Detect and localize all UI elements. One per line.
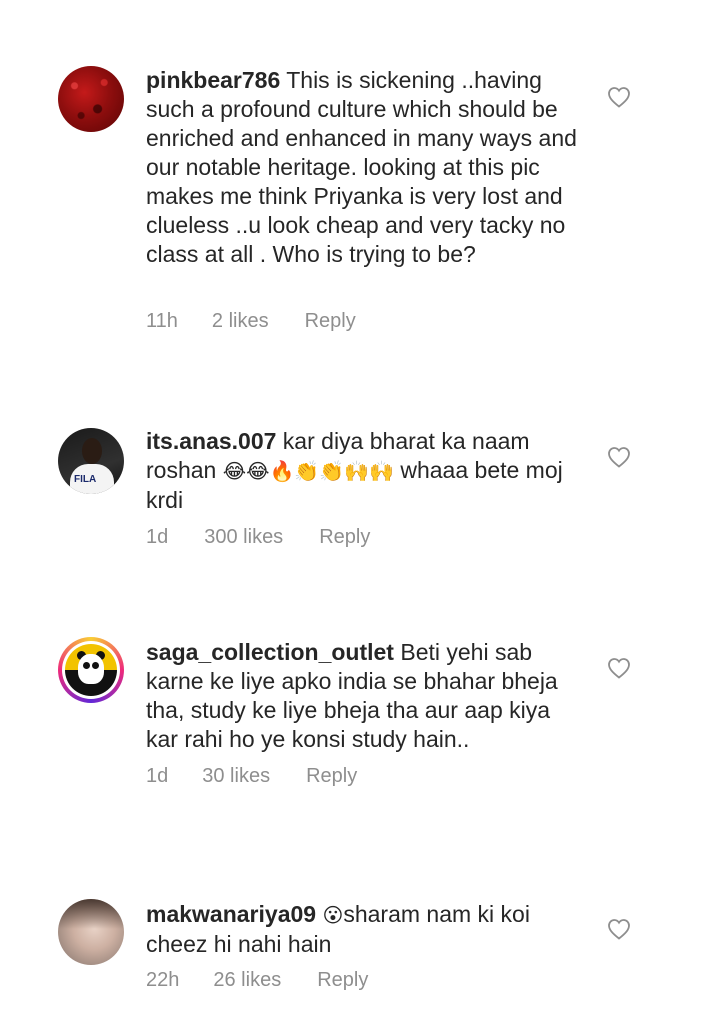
comment-username[interactable]: its.anas.007 <box>146 428 276 454</box>
comment-emoji: 😮 <box>322 903 344 927</box>
reply-button[interactable]: Reply <box>319 526 370 549</box>
comment-body: pinkbear786 This is sickening ..having s… <box>146 66 586 269</box>
comment-time: 1d <box>146 526 169 548</box>
comment-likes[interactable]: 2 likes <box>212 310 269 333</box>
heart-icon[interactable] <box>607 918 631 940</box>
comment-meta: 1d 30 likes Reply <box>146 765 357 788</box>
avatar[interactable] <box>58 637 124 703</box>
reply-button[interactable]: Reply <box>317 969 368 992</box>
comment-likes[interactable]: 30 likes <box>202 765 270 788</box>
panda-logo-icon <box>65 644 117 696</box>
reply-button[interactable]: Reply <box>306 765 357 788</box>
comment-username[interactable]: pinkbear786 <box>146 67 280 93</box>
comment-time: 1d <box>146 765 169 787</box>
heart-icon[interactable] <box>607 446 631 468</box>
comment-body: makwanariya09 😮sharam nam ki koi cheez h… <box>146 900 586 959</box>
avatar[interactable] <box>58 899 124 965</box>
comment-likes[interactable]: 300 likes <box>204 526 283 549</box>
heart-icon[interactable] <box>607 657 631 679</box>
comment-username[interactable]: saga_collection_outlet <box>146 639 394 665</box>
reply-button[interactable]: Reply <box>305 310 356 333</box>
avatar[interactable]: FILA <box>58 428 124 494</box>
comment-emojis: 😂😂🔥👏👏🙌🙌 <box>222 459 394 483</box>
avatar[interactable] <box>58 66 124 132</box>
comment-likes[interactable]: 26 likes <box>213 969 281 992</box>
comment-time: 11h <box>146 310 178 332</box>
comment-meta: 22h 26 likes Reply <box>146 969 368 992</box>
comment-meta: 11h 2 likes Reply <box>146 310 356 333</box>
comment-time: 22h <box>146 969 180 991</box>
comment-body: saga_collection_outlet Beti yehi sab kar… <box>146 638 586 754</box>
comment-text: This is sickening ..having such a profou… <box>146 67 577 267</box>
heart-icon[interactable] <box>607 86 631 108</box>
avatar-shirt-logo: FILA <box>74 474 97 485</box>
comment-username[interactable]: makwanariya09 <box>146 901 316 927</box>
comment-body: its.anas.007 kar diya bharat ka naam ros… <box>146 427 586 515</box>
comment-meta: 1d 300 likes Reply <box>146 526 370 549</box>
